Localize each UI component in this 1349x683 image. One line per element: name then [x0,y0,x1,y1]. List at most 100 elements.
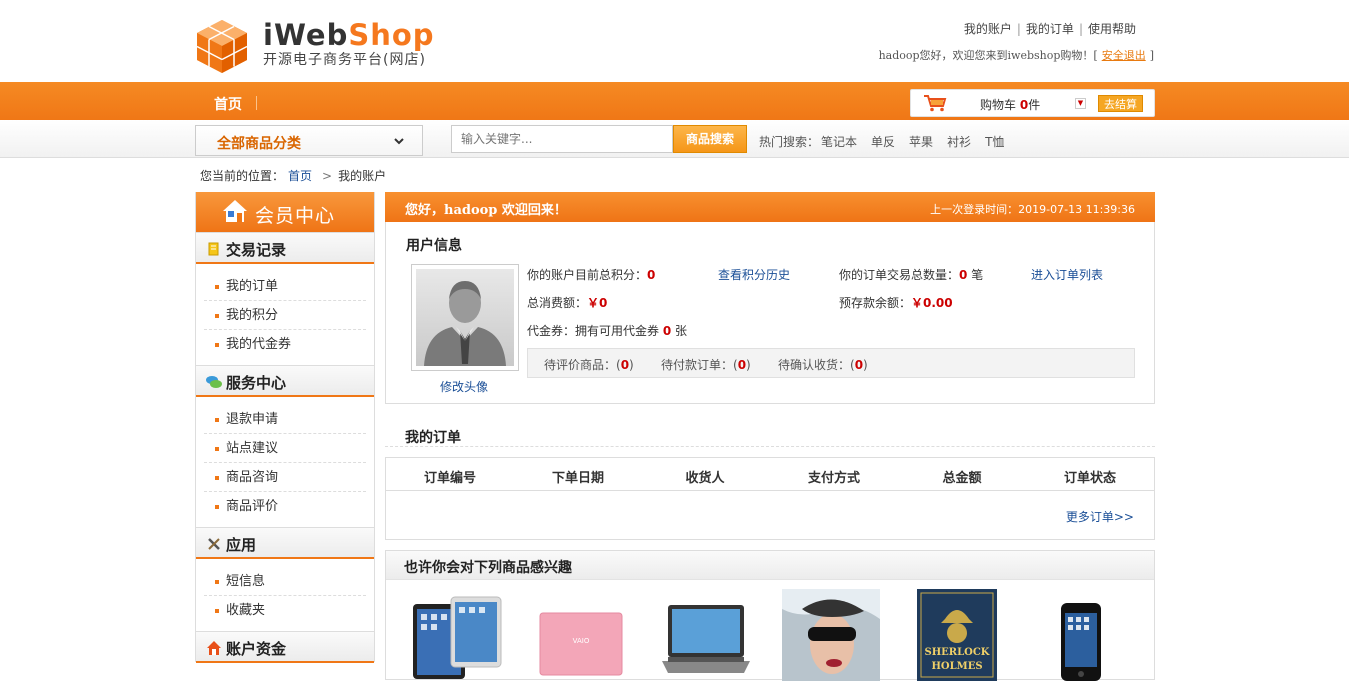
top-link-help[interactable]: 使用帮助 [1088,22,1136,36]
breadcrumb-home[interactable]: 首页 [288,169,312,183]
product-laptop-image[interactable] [662,603,750,681]
cart-unit: 件 [1028,98,1041,112]
sidebar-section-service: 服务中心 [196,365,374,397]
sidebar-section-title: 服务中心 [226,374,287,392]
voucher-info: 代金券：拥有可用代金券 0 张 [527,322,687,339]
checkout-button[interactable]: 去结算 [1098,95,1143,112]
sidebar-item-inquiries[interactable]: 商品咨询 [204,463,366,492]
user-avatar-icon [416,269,514,366]
shopping-cart-icon [924,95,947,112]
welcome-bracket: ] [1149,49,1154,62]
top-links: 我的账户 | 我的订单 | 使用帮助 [964,20,1136,37]
category-dropdown[interactable]: 全部商品分类 [195,125,423,156]
member-sidebar: 会员中心 交易记录 我的订单 我的积分 我的代金券 服务中心 退款申请 站点建议… [195,192,375,663]
hot-keyword-apple[interactable]: 苹果 [909,135,933,149]
tools-icon [208,538,220,550]
column-order-number: 订单编号 [423,471,477,486]
pending-status-bar: 待评价商品：(0) 待付款订单：(0) 待确认收货：(0) [527,348,1135,378]
sidebar-list-transactions: 我的订单 我的积分 我的代金券 [196,264,374,365]
column-total: 总金额 [942,471,982,486]
product-pink-laptop-image[interactable]: VAIO [538,611,624,681]
top-link-my-orders[interactable]: 我的订单 [1026,22,1074,36]
orders-list-link[interactable]: 进入订单列表 [1031,266,1103,283]
svg-text:HOLMES: HOLMES [931,661,982,672]
hot-keyword-tshirt[interactable]: T恤 [985,135,1004,149]
cart-widget[interactable]: 购物车 0件 ▼ 去结算 [910,89,1155,117]
logo-text-accent: Shop [348,18,435,52]
hot-keyword-shirt[interactable]: 衬衫 [947,135,971,149]
spent-label: 总消费额： [527,296,588,310]
sidebar-item-reviews[interactable]: 商品评价 [204,492,366,521]
site-header: iWebShop 开源电子商务平台(网店) 我的账户 | 我的订单 | 使用帮助 had… [0,0,1349,82]
sidebar-section-transactions: 交易记录 [196,232,374,264]
sidebar-section-apps: 应用 [196,527,374,559]
orders-count-info: 你的订单交易总数量：0 笔 [839,266,983,283]
balance-info: 预存款余额：￥0.00 [839,294,953,311]
breadcrumb-separator: > [322,169,333,183]
site-logo[interactable]: iWebShop 开源电子商务平台(网店) [195,18,455,74]
orders-table: 订单编号 下单日期 收货人 支付方式 总金额 订单状态 更多订单>> [385,457,1155,540]
product-iphone-image[interactable] [1059,601,1103,683]
sidebar-item-my-orders[interactable]: 我的订单 [204,272,366,301]
sidebar-item-suggestions[interactable]: 站点建议 [204,434,366,463]
sidebar-section-title: 应用 [226,536,257,554]
sidebar-item-my-points[interactable]: 我的积分 [204,301,366,330]
user-info-title: 用户信息 [406,238,462,254]
sidebar-header: 会员中心 [196,192,374,232]
points-label: 你的账户目前总积分： [527,268,648,282]
column-order-date: 下单日期 [551,471,605,486]
search-bar: 全部商品分类 商品搜索 热门搜索：笔记本单反苹果衬衫 T恤 [0,120,1349,158]
hot-keyword-dslr[interactable]: 单反 [871,135,895,149]
pending-label: 待评价商品：( [544,358,621,372]
orders-title: 我的订单 [405,430,461,446]
hot-keyword-laptop[interactable]: 笔记本 [821,135,857,149]
last-login-label: 上一次登录时间： [930,203,1019,216]
breadcrumb-prefix: 您当前的位置： [200,169,285,183]
logo-cube-icon [196,20,248,73]
avatar[interactable] [411,264,519,371]
orders-table-header: 订单编号 下单日期 收货人 支付方式 总金额 订单状态 [386,458,1154,491]
search-button[interactable]: 商品搜索 [673,125,747,153]
points-info: 你的账户目前总积分：0 [527,266,655,283]
hot-search-label: 热门搜索： [759,135,820,149]
greeting: 您好，hadoop 欢迎回来！ [405,203,567,218]
chevron-down-icon[interactable]: ▼ [1075,98,1086,109]
book-title-art: SHERLOCK [925,647,990,658]
sidebar-item-my-vouchers[interactable]: 我的代金券 [204,330,366,359]
spent-value: ￥0 [587,296,608,310]
more-orders-link[interactable]: 更多订单>> [1066,508,1134,525]
sidebar-item-favorites[interactable]: 收藏夹 [204,596,366,625]
sidebar-item-messages[interactable]: 短信息 [204,567,366,596]
edit-avatar-link[interactable]: 修改头像 [440,378,488,395]
sidebar-item-refund[interactable]: 退款申请 [204,405,366,434]
balance-label: 预存款余额： [839,296,912,310]
product-ipad-image[interactable] [411,589,503,679]
spent-info: 总消费额：￥0 [527,294,607,311]
voucher-unit: 张 [675,324,688,338]
logout-link[interactable]: 安全退出 [1102,49,1146,62]
pending-label: 待付款订单：( [661,358,738,372]
sidebar-section-funds: 账户资金 [196,631,374,663]
pending-review[interactable]: 待评价商品：(0) [544,356,634,373]
svg-text:VAIO: VAIO [573,637,590,645]
user-info-panel: 用户信息 修改头像 你的账户目前总积分：0 查看积分历史 你的订单交易总数量：0… [385,222,1155,404]
product-album-cover-image[interactable] [782,589,880,681]
voucher-value: 0 [662,324,672,338]
home-icon [223,200,247,222]
pending-receipt[interactable]: 待确认收货：(0) [778,356,868,373]
hot-searches: 热门搜索： 笔记本 单反 苹果 衬衫 T恤 [759,133,1004,150]
search-input[interactable] [451,125,673,153]
pending-payment[interactable]: 待付款订单：(0) [661,356,751,373]
recommendations-header: 也许你会对下列商品感兴趣 [386,551,1154,580]
breadcrumb: 您当前的位置： 首页 > 我的账户 [200,167,386,184]
points-history-link[interactable]: 查看积分历史 [718,266,790,283]
pending-value: 0 [620,358,630,372]
divider: | [1016,22,1021,36]
divider [256,96,257,110]
pending-value: 0 [854,358,864,372]
nav-home[interactable]: 首页 [214,94,242,114]
product-book-cover-image[interactable]: SHERLOCK HOLMES [917,589,997,681]
divider: | [1078,22,1083,36]
top-link-my-account[interactable]: 我的账户 [964,22,1012,36]
column-receiver: 收货人 [685,471,725,486]
